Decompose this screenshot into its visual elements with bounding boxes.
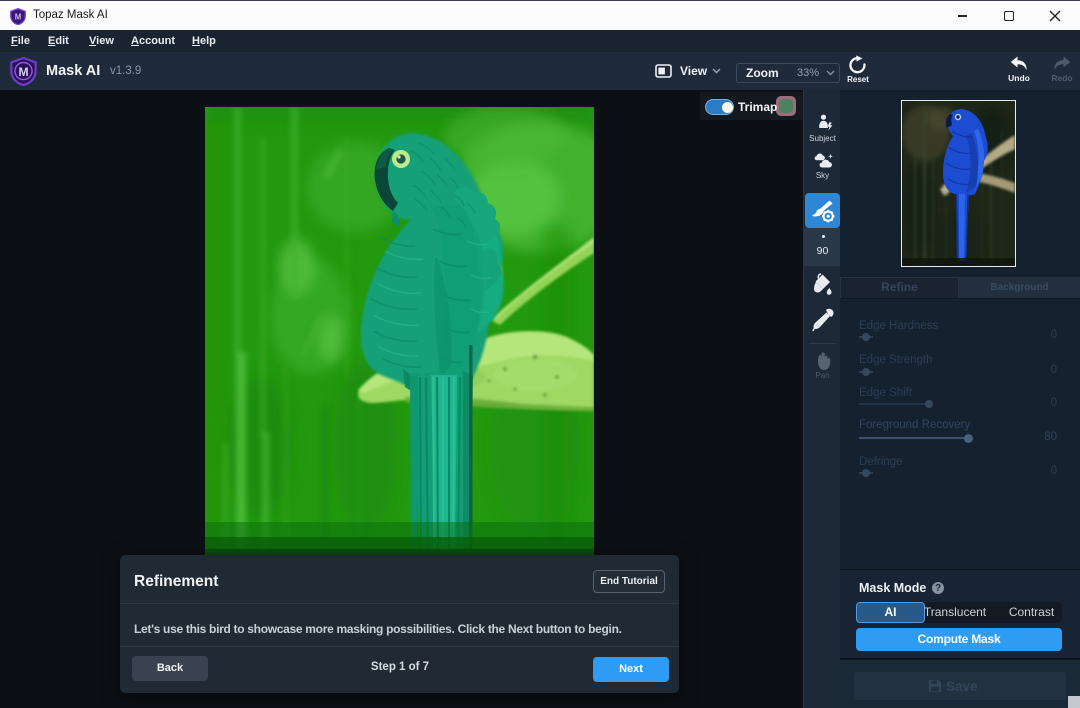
svg-text:M: M [15,13,22,22]
svg-text:M: M [18,65,28,79]
